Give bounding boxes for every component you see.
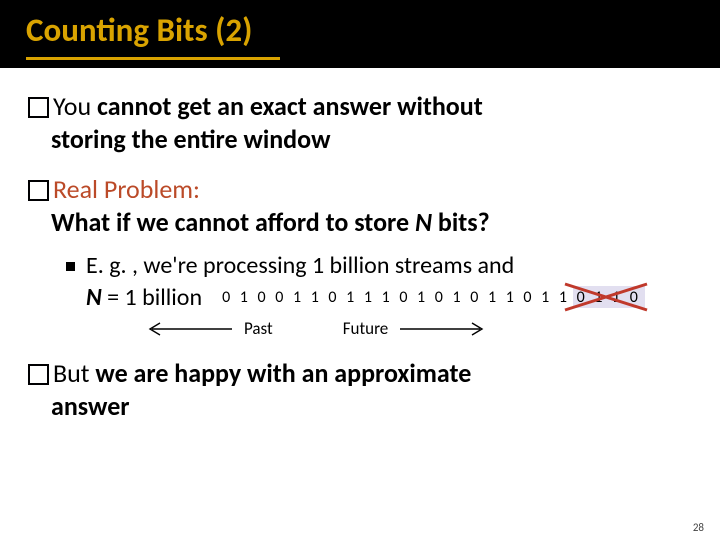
n-equals: N = 1 billion <box>86 283 202 312</box>
bullet-3: But we are happy with an approximate ans… <box>28 357 692 422</box>
slide-title: Counting Bits (2) <box>0 0 720 50</box>
bullet-2-line2: What if we cannot afford to store N bits… <box>51 206 692 239</box>
title-bar: Counting Bits (2) <box>0 0 720 68</box>
title-underline <box>26 57 280 60</box>
cross-out-icon <box>561 280 651 314</box>
arrow-right-icon <box>398 321 488 337</box>
sub-line1: E. g. , we're processing 1 billion strea… <box>86 250 692 281</box>
arrow-left-icon <box>144 321 234 337</box>
bullet-2: Real Problem: What if we cannot afford t… <box>28 173 692 339</box>
bullet-1-line2: storing the entire window <box>51 123 692 156</box>
bullet-1-line1: You cannot get an exact answer without <box>53 90 483 123</box>
checkbox-icon <box>28 364 49 385</box>
bullet-1: You cannot get an exact answer without s… <box>28 90 692 155</box>
bullet-3-line1: But we are happy with an approximate <box>53 357 471 390</box>
checkbox-icon <box>28 180 49 201</box>
bullet-2-line1: Real Problem: <box>53 173 200 206</box>
arrows-row: Past Future <box>144 318 692 339</box>
slide-content: You cannot get an exact answer without s… <box>0 68 720 422</box>
page-number: 28 <box>693 521 704 534</box>
future-label: Future <box>343 318 389 339</box>
sub-line2: N = 1 billion 0 1 0 0 1 1 0 1 1 1 0 1 0 … <box>86 283 692 312</box>
bullet-3-line2: answer <box>51 390 692 423</box>
square-bullet-icon <box>66 262 75 271</box>
past-label: Past <box>244 318 273 339</box>
bit-stream: 0 1 0 0 1 1 0 1 1 1 0 1 0 1 0 1 1 0 1 1 … <box>222 288 641 307</box>
sub-bullet: E. g. , we're processing 1 billion strea… <box>66 250 692 339</box>
checkbox-icon <box>28 97 49 118</box>
